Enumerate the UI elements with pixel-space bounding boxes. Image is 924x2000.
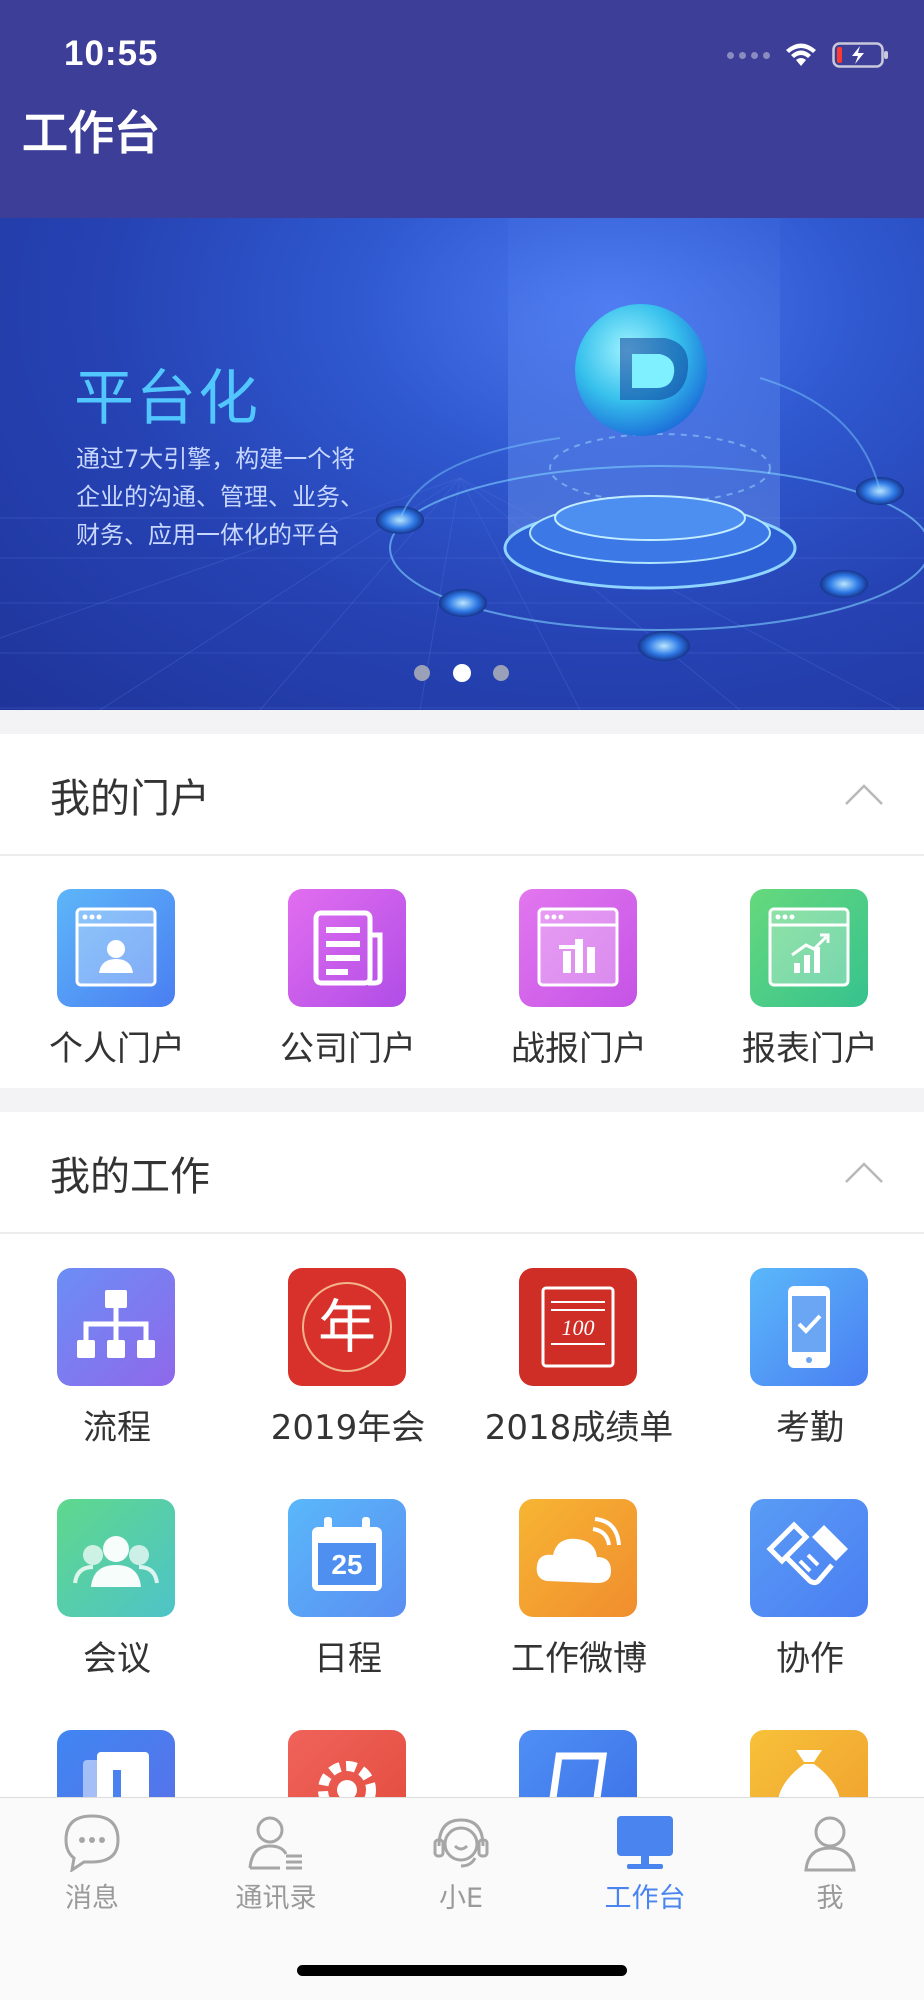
signal-icon <box>727 51 770 59</box>
status-icons <box>727 40 890 70</box>
chat-bubble-icon <box>64 1814 120 1872</box>
app-label: 工作微博 <box>511 1639 647 1679</box>
pager-dot[interactable] <box>414 665 430 681</box>
chart-window-icon <box>750 889 868 1007</box>
tab-label: 消息 <box>65 1883 119 1914</box>
banner-desc-line: 财务、应用一体化的平台 <box>76 521 340 549</box>
nian-text: 年 <box>317 1293 376 1361</box>
portal-section-header[interactable]: 我的门户 <box>0 734 924 856</box>
calendar-day: 25 <box>331 1549 363 1580</box>
workbench-screen: 10:55 工作台 平台化 通过7大引擎，构建一个将 企业的沟通、管理、业务、 … <box>0 0 924 2000</box>
status-time: 10:55 <box>64 34 159 73</box>
app-label: 2018成绩单 <box>484 1408 674 1448</box>
tab-label: 我 <box>816 1883 844 1914</box>
wifi-icon <box>784 42 818 68</box>
banner-description: 通过7大引擎，构建一个将 企业的沟通、管理、业务、 财务、应用一体化的平台 <box>76 440 396 554</box>
calendar-icon: 25 <box>288 1499 406 1617</box>
app-label: 战报门户 <box>511 1029 647 1069</box>
promo-banner[interactable]: 平台化 通过7大引擎，构建一个将 企业的沟通、管理、业务、 财务、应用一体化的平… <box>0 218 924 710</box>
section-title: 我的门户 <box>50 776 210 822</box>
tab-assistant[interactable]: 小E <box>369 1798 553 1938</box>
app-label: 日程 <box>314 1639 382 1679</box>
nian-icon: 年 <box>288 1268 406 1386</box>
pager-dot[interactable] <box>493 665 509 681</box>
app-label: 个人门户 <box>49 1029 185 1069</box>
home-indicator[interactable] <box>297 1965 627 1976</box>
app-label: 公司门户 <box>280 1029 416 1069</box>
portal-section: 我的门户 个人门户 公司门户 战报门户 报表门户 <box>0 734 924 1088</box>
handshake-icon <box>750 1499 868 1617</box>
person-portal-icon <box>57 889 175 1007</box>
monitor-icon <box>617 1816 673 1869</box>
score-100-icon: 100 <box>519 1268 637 1386</box>
cloud-icon <box>519 1499 637 1617</box>
work-section: 我的工作 流程 年 2019年会 100 2018成绩单 考勤 会议 25 日程… <box>0 1112 924 1848</box>
tab-label: 小E <box>438 1883 484 1914</box>
app-label: 会议 <box>83 1639 151 1679</box>
score-text: 100 <box>561 1315 595 1340</box>
tab-label: 通讯录 <box>235 1883 317 1914</box>
phone-check-icon <box>750 1268 868 1386</box>
contacts-icon <box>248 1816 302 1870</box>
battery-icon <box>832 41 890 69</box>
work-section-header[interactable]: 我的工作 <box>0 1112 924 1234</box>
tab-label: 工作台 <box>604 1883 686 1914</box>
pager-dot-active[interactable] <box>453 664 471 682</box>
newspaper-icon <box>288 889 406 1007</box>
top-bar: 10:55 工作台 <box>0 0 924 218</box>
tab-workbench[interactable]: 工作台 <box>553 1798 737 1938</box>
org-chart-icon <box>57 1268 175 1386</box>
app-label: 报表门户 <box>742 1029 878 1069</box>
chevron-up-icon[interactable] <box>844 1160 884 1184</box>
user-icon <box>804 1816 856 1872</box>
app-label: 考勤 <box>776 1408 844 1448</box>
section-title: 我的工作 <box>50 1154 210 1200</box>
tab-me[interactable]: 我 <box>738 1798 922 1938</box>
app-label: 2019年会 <box>270 1408 426 1448</box>
banner-title: 平台化 <box>74 364 260 434</box>
tab-messages[interactable]: 消息 <box>0 1798 184 1938</box>
app-label: 协作 <box>776 1639 844 1679</box>
app-label: 流程 <box>83 1408 151 1448</box>
tab-contacts[interactable]: 通讯录 <box>184 1798 368 1938</box>
banner-desc-line: 企业的沟通、管理、业务、 <box>76 483 364 511</box>
people-icon <box>57 1499 175 1617</box>
chevron-up-icon[interactable] <box>844 782 884 806</box>
banner-desc-line: 通过7大引擎，构建一个将 <box>76 445 356 473</box>
report-window-icon <box>519 889 637 1007</box>
headset-icon <box>433 1818 489 1868</box>
page-title: 工作台 <box>22 106 160 160</box>
